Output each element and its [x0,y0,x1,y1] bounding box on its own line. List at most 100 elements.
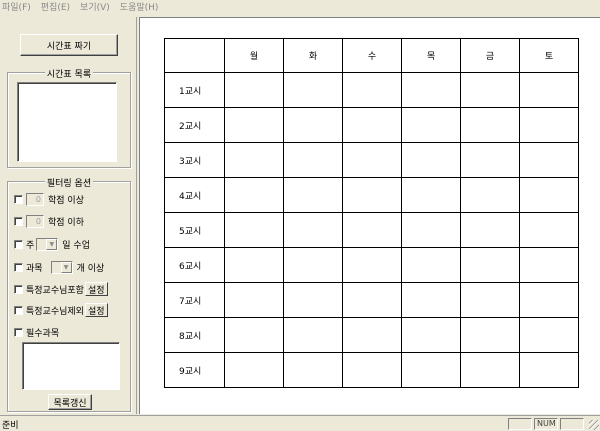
timetable-cell[interactable] [519,142,579,178]
credits-min-checkbox[interactable] [14,194,23,204]
timetable-cell[interactable] [401,72,461,108]
timetable-cell[interactable] [224,142,284,178]
refresh-list-button[interactable]: 목록갱신 [48,394,92,410]
timetable-cell[interactable] [401,317,461,353]
timetable-cell[interactable] [342,177,402,213]
timetable-view: 월 화 수 목 금 토 1교시 2교시 3교시 4교시 5교시 6교시 7교시 8교시 9교시 [139,17,600,414]
timetable-listbox[interactable] [17,82,117,162]
table-row: 5교시 [164,212,579,248]
timetable-cell[interactable] [283,317,343,353]
timetable-cell[interactable] [224,177,284,213]
timetable-cell[interactable] [224,352,284,388]
timetable-cell[interactable] [224,72,284,108]
week-suffix-label: 일 수업 [62,240,90,251]
timetable-cell[interactable] [460,177,520,213]
timetable-cell[interactable] [342,282,402,318]
prof-include-label: 특정교수님포함 [26,285,84,296]
menu-edit[interactable]: 편집(E) [41,0,70,16]
status-text: 준비 [2,421,19,431]
timetable-cell[interactable] [224,282,284,318]
timetable-cell[interactable] [283,282,343,318]
timetable-cell[interactable] [401,212,461,248]
resize-grip-icon[interactable] [589,420,599,430]
timetable-cell[interactable] [460,282,520,318]
required-subjects-label: 필수과목 [26,328,60,339]
timetable-cell[interactable] [460,142,520,178]
timetable-cell[interactable] [224,247,284,283]
timetable-cell[interactable] [519,212,579,248]
period-label: 9교시 [164,352,225,388]
timetable-cell[interactable] [401,142,461,178]
timetable-cell[interactable] [460,352,520,388]
timetable-cell[interactable] [283,72,343,108]
period-label: 4교시 [164,177,225,213]
timetable-cell[interactable] [224,107,284,143]
period-label: 8교시 [164,317,225,353]
timetable-cell[interactable] [283,107,343,143]
timetable-cell[interactable] [460,247,520,283]
subject-suffix-label: 개 이상 [76,263,105,274]
timetable-cell[interactable] [519,177,579,213]
credits-min-input[interactable]: 0 [26,192,44,206]
timetable-cell[interactable] [460,317,520,353]
timetable-cell[interactable] [401,107,461,143]
timetable-cell[interactable] [460,72,520,108]
period-label: 2교시 [164,107,225,143]
week-days-combo[interactable]: ▼ [36,237,59,251]
timetable-cell[interactable] [519,352,579,388]
subject-count-combo[interactable]: ▼ [50,260,73,274]
day-header-wed: 수 [342,38,402,73]
timetable-cell[interactable] [342,212,402,248]
credits-max-input[interactable]: 0 [26,214,44,228]
timetable-cell[interactable] [519,107,579,143]
prof-include-set-button[interactable]: 설정 [84,282,108,296]
timetable-cell[interactable] [342,352,402,388]
timetable-cell[interactable] [401,177,461,213]
day-header-sat: 토 [519,38,579,73]
make-timetable-button[interactable]: 시간표 짜기 [20,34,118,56]
week-prefix-label: 주 [26,240,35,251]
menu-file[interactable]: 파일(F) [2,0,31,16]
subject-count-checkbox[interactable] [14,262,23,272]
timetable-cell[interactable] [283,247,343,283]
table-row: 3교시 [164,142,579,178]
timetable-cell[interactable] [460,212,520,248]
timetable-cell[interactable] [401,352,461,388]
timetable-cell[interactable] [283,142,343,178]
timetable-cell[interactable] [283,212,343,248]
timetable-cell[interactable] [342,107,402,143]
timetable-cell[interactable] [342,317,402,353]
filter-options-group: 필터링 옵션 0 학점 이상 0 학점 이하 주 ▼ 일 수업 과목 ▼ 개 이… [7,179,131,412]
timetable-cell[interactable] [401,282,461,318]
required-subjects-listbox[interactable] [22,342,120,390]
prof-include-checkbox[interactable] [14,284,23,294]
menu-view[interactable]: 보기(V) [80,0,110,16]
credits-max-checkbox[interactable] [14,216,23,226]
timetable-grid: 월 화 수 목 금 토 1교시 2교시 3교시 4교시 5교시 6교시 7교시 8교시 9교시 [164,38,579,388]
timetable-cell[interactable] [401,247,461,283]
prof-exclude-set-button[interactable]: 설정 [84,303,108,317]
chevron-down-icon[interactable]: ▼ [46,238,58,250]
timetable-cell[interactable] [224,212,284,248]
timetable-cell[interactable] [283,177,343,213]
status-pane-scroll [560,418,584,430]
table-row: 2교시 [164,107,579,143]
day-header-tue: 화 [283,38,343,73]
timetable-cell[interactable] [519,317,579,353]
period-label: 1교시 [164,72,225,108]
timetable-cell[interactable] [224,317,284,353]
menu-help[interactable]: 도움말(H) [120,0,159,16]
timetable-cell[interactable] [342,247,402,283]
timetable-cell[interactable] [460,107,520,143]
week-days-checkbox[interactable] [14,239,23,249]
period-label: 5교시 [164,212,225,248]
prof-exclude-checkbox[interactable] [14,305,23,315]
timetable-cell[interactable] [283,352,343,388]
timetable-cell[interactable] [342,72,402,108]
timetable-cell[interactable] [519,247,579,283]
timetable-cell[interactable] [342,142,402,178]
timetable-cell[interactable] [519,282,579,318]
timetable-cell[interactable] [519,72,579,108]
required-subjects-checkbox[interactable] [14,327,23,337]
chevron-down-icon[interactable]: ▼ [60,261,72,273]
